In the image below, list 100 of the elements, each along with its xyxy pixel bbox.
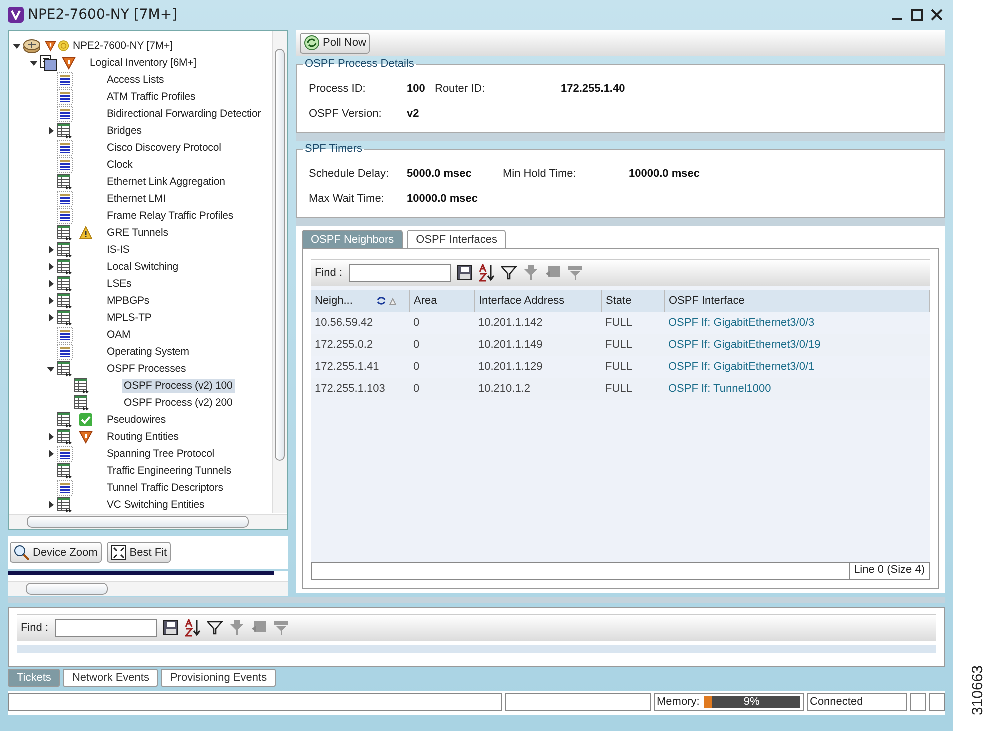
expand-arrow-icon[interactable] <box>47 296 55 304</box>
interface-link[interactable]: OSPF If: Tunnel1000 <box>668 383 772 395</box>
save-icon[interactable] <box>456 265 473 281</box>
table-icon <box>57 360 73 376</box>
field-value: 5000.0 msec <box>407 168 473 180</box>
memory-reading: 9% <box>744 696 760 708</box>
tree-item[interactable]: OAM <box>105 328 133 342</box>
tree-item[interactable]: Bridges <box>105 124 144 138</box>
tree-item[interactable]: GRE Tunnels <box>105 226 170 240</box>
find-field[interactable] <box>54 619 157 637</box>
horizontal-scrollbar[interactable] <box>9 514 287 529</box>
list-icon <box>57 326 73 342</box>
field-value: 10000.0 msec <box>407 192 479 204</box>
tree-item[interactable]: Ethernet Link Aggregation <box>105 174 228 188</box>
filter-icon[interactable] <box>500 265 517 281</box>
zoom-button[interactable]: Device Zoom <box>10 542 102 563</box>
tree-item[interactable]: LSEs <box>105 276 134 290</box>
tree-item[interactable]: Spanning Tree Protocol <box>105 446 217 460</box>
table-cell: FULL <box>606 383 632 395</box>
poll-button[interactable]: Poll Now <box>300 32 370 54</box>
tree-item[interactable]: ATM Traffic Profiles <box>105 90 198 104</box>
tree-item[interactable]: Routing Entities <box>105 430 181 444</box>
tree-item[interactable]: OSPF Processes <box>105 362 188 376</box>
tree-item[interactable]: Local Switching <box>105 260 180 274</box>
tree-item[interactable]: Logical Inventory [6M+] <box>88 56 199 70</box>
best-fit-button[interactable]: Best Fit <box>106 542 172 563</box>
tree-item[interactable]: Frame Relay Traffic Profiles <box>105 208 236 222</box>
table-icon <box>74 394 90 410</box>
field-label: Max Wait Time: <box>309 192 386 204</box>
expand-arrow-icon[interactable] <box>47 262 55 270</box>
interface-link[interactable]: OSPF If: GigabitEthernet3/0/1 <box>668 361 815 373</box>
tab[interactable]: OSPF Interfaces <box>407 230 506 248</box>
tab[interactable]: Network Events <box>63 669 158 687</box>
tree-item[interactable]: Pseudowires <box>105 412 168 426</box>
sort-icon[interactable] <box>184 619 201 637</box>
field-value: 10000.0 msec <box>629 168 701 180</box>
field-value: 172.255.1.40 <box>561 82 626 94</box>
expand-arrow-icon[interactable] <box>47 450 55 458</box>
tree-item[interactable]: Operating System <box>105 344 192 358</box>
tree-item[interactable]: Clock <box>105 158 135 172</box>
interface-link[interactable]: OSPF If: GigabitEthernet3/0/3 <box>668 317 815 329</box>
table-cell: FULL <box>606 317 632 329</box>
expand-arrow-icon[interactable] <box>47 280 55 288</box>
maximize-icon[interactable] <box>911 9 923 21</box>
tree-item[interactable]: Traffic Engineering Tunnels <box>105 464 234 478</box>
column-header[interactable]: State <box>602 290 664 312</box>
list-icon <box>57 480 73 496</box>
memory-label: Memory: <box>657 696 700 708</box>
expand-arrow-icon[interactable] <box>47 314 55 322</box>
sort-icon[interactable] <box>478 264 495 282</box>
collapse-arrow-icon[interactable] <box>47 364 55 372</box>
tree-item[interactable]: Bidirectional Forwarding Detectior <box>105 106 264 120</box>
list-icon <box>57 344 73 360</box>
status-field <box>910 693 926 711</box>
column-header[interactable]: Neigh... <box>311 290 410 312</box>
vertical-scrollbar[interactable] <box>272 31 287 513</box>
table-cell: 0 <box>414 339 420 351</box>
tree-item[interactable]: OSPF Process (v2) 100 <box>122 378 235 392</box>
save-icon[interactable] <box>162 620 179 636</box>
table-icon <box>57 462 73 478</box>
tree-item[interactable]: IS-IS <box>105 242 132 256</box>
tree-item[interactable]: MPBGPs <box>105 294 152 308</box>
tree-item[interactable]: Ethernet LMI <box>105 192 168 206</box>
close-icon[interactable] <box>931 9 943 21</box>
table-icon <box>57 122 73 138</box>
table-icon <box>57 310 73 326</box>
collapse-arrow-icon[interactable] <box>30 58 38 66</box>
connection-status: Connected <box>810 696 864 708</box>
tree-item[interactable]: Access Lists <box>105 72 166 86</box>
expand-arrow-icon[interactable] <box>47 432 55 440</box>
list-icon <box>57 156 73 172</box>
column-header[interactable]: OSPF Interface <box>664 290 930 312</box>
expand-arrow-icon[interactable] <box>47 500 55 508</box>
tab[interactable]: Provisioning Events <box>161 669 276 687</box>
collapse-arrow-icon[interactable] <box>13 42 21 50</box>
table-cell: 10.56.59.42 <box>315 317 374 329</box>
column-header[interactable]: Interface Address <box>474 290 602 312</box>
table-cell: 0 <box>414 383 420 395</box>
tree-item[interactable]: OSPF Process (v2) 200 <box>122 396 235 410</box>
tree-item[interactable]: VC Switching Entities <box>105 498 207 512</box>
field-label: Router ID: <box>435 82 486 94</box>
tree-item[interactable]: NPE2-7600-NY [7M+] <box>71 38 175 52</box>
tree-item[interactable]: Tunnel Traffic Descriptors <box>105 480 226 494</box>
table-cell: 172.255.1.41 <box>315 361 380 373</box>
expand-arrow-icon[interactable] <box>47 126 55 134</box>
find-field[interactable] <box>348 264 451 282</box>
filter-icon[interactable] <box>206 620 223 636</box>
table-cell: 172.255.1.103 <box>315 383 386 395</box>
tree-item[interactable]: MPLS-TP <box>105 310 154 324</box>
find-label: Find : <box>21 622 49 634</box>
list-icon <box>57 72 73 88</box>
list-icon <box>57 446 73 462</box>
table-icon <box>57 258 73 274</box>
field-label: Schedule Delay: <box>309 168 390 180</box>
horizontal-scrollbar[interactable] <box>8 581 288 596</box>
expand-arrow-icon[interactable] <box>47 246 55 254</box>
column-header[interactable]: Area <box>410 290 474 312</box>
list-icon <box>57 190 73 206</box>
tree-item[interactable]: Cisco Discovery Protocol <box>105 140 224 154</box>
interface-link[interactable]: OSPF If: GigabitEthernet3/0/19 <box>668 339 821 351</box>
